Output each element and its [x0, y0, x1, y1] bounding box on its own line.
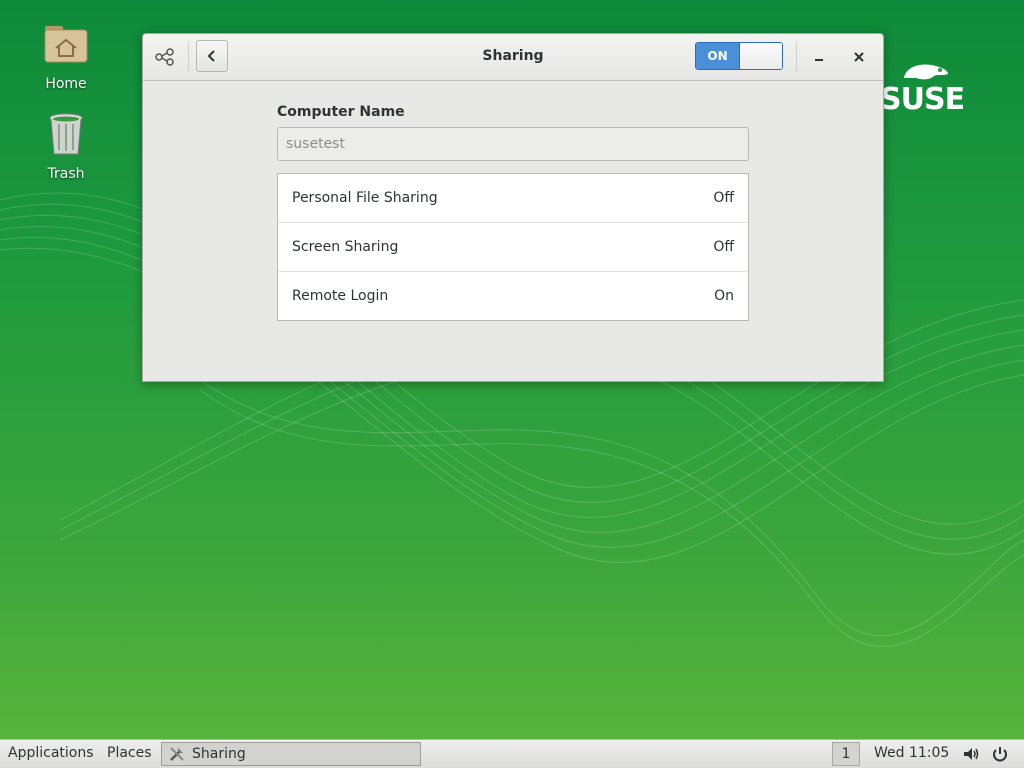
share-icon: [155, 48, 174, 66]
chevron-left-icon: [207, 50, 215, 62]
service-name: Personal File Sharing: [292, 190, 438, 206]
desktop-home[interactable]: Home: [26, 20, 106, 92]
list-item-remote-login[interactable]: Remote Login On: [278, 271, 748, 320]
taskbar: Applications Places Sharing 1 Wed 11:05: [0, 739, 1024, 768]
clock[interactable]: Wed 11:05: [874, 745, 949, 761]
sharing-window: Sharing ON Computer Name Personal File S…: [142, 33, 884, 382]
service-name: Remote Login: [292, 288, 389, 304]
desktop-trash[interactable]: Trash: [26, 110, 106, 182]
service-name: Screen Sharing: [292, 239, 399, 255]
toggle-on-label: ON: [696, 43, 739, 69]
titlebar-separator: [796, 42, 797, 72]
minimize-icon: [815, 59, 823, 61]
applications-menu[interactable]: Applications: [8, 745, 94, 761]
titlebar: Sharing ON: [143, 34, 883, 81]
trash-icon: [49, 113, 83, 155]
list-item-personal-file-sharing[interactable]: Personal File Sharing Off: [278, 174, 748, 222]
computer-name-label: Computer Name: [277, 104, 405, 120]
taskbar-task-label: Sharing: [192, 746, 246, 762]
desktop-trash-label: Trash: [47, 166, 85, 182]
toggle-knob: [739, 43, 782, 69]
sharing-content: Computer Name Personal File Sharing Off …: [277, 104, 749, 321]
services-list: Personal File Sharing Off Screen Sharing…: [277, 173, 749, 321]
minimize-button[interactable]: [806, 44, 832, 70]
volume-icon[interactable]: [962, 745, 980, 763]
service-status: Off: [713, 239, 734, 255]
taskbar-task-sharing[interactable]: Sharing: [161, 742, 421, 766]
places-menu[interactable]: Places: [107, 745, 152, 761]
power-icon[interactable]: [991, 745, 1009, 763]
workspace-indicator[interactable]: 1: [832, 742, 860, 766]
chameleon-icon: [904, 64, 948, 80]
list-item-screen-sharing[interactable]: Screen Sharing Off: [278, 222, 748, 271]
close-button[interactable]: [846, 44, 872, 70]
service-status: On: [714, 288, 734, 304]
home-folder-icon: [44, 26, 88, 63]
back-button[interactable]: [196, 40, 228, 72]
close-icon: [854, 52, 864, 62]
brand-wordmark: SUSE: [880, 82, 965, 117]
sharing-toggle[interactable]: ON: [695, 42, 783, 70]
computer-name-input[interactable]: [277, 127, 749, 161]
service-status: Off: [713, 190, 734, 206]
titlebar-separator: [188, 42, 189, 72]
tools-icon: [170, 747, 184, 761]
desktop-home-label: Home: [45, 76, 87, 92]
